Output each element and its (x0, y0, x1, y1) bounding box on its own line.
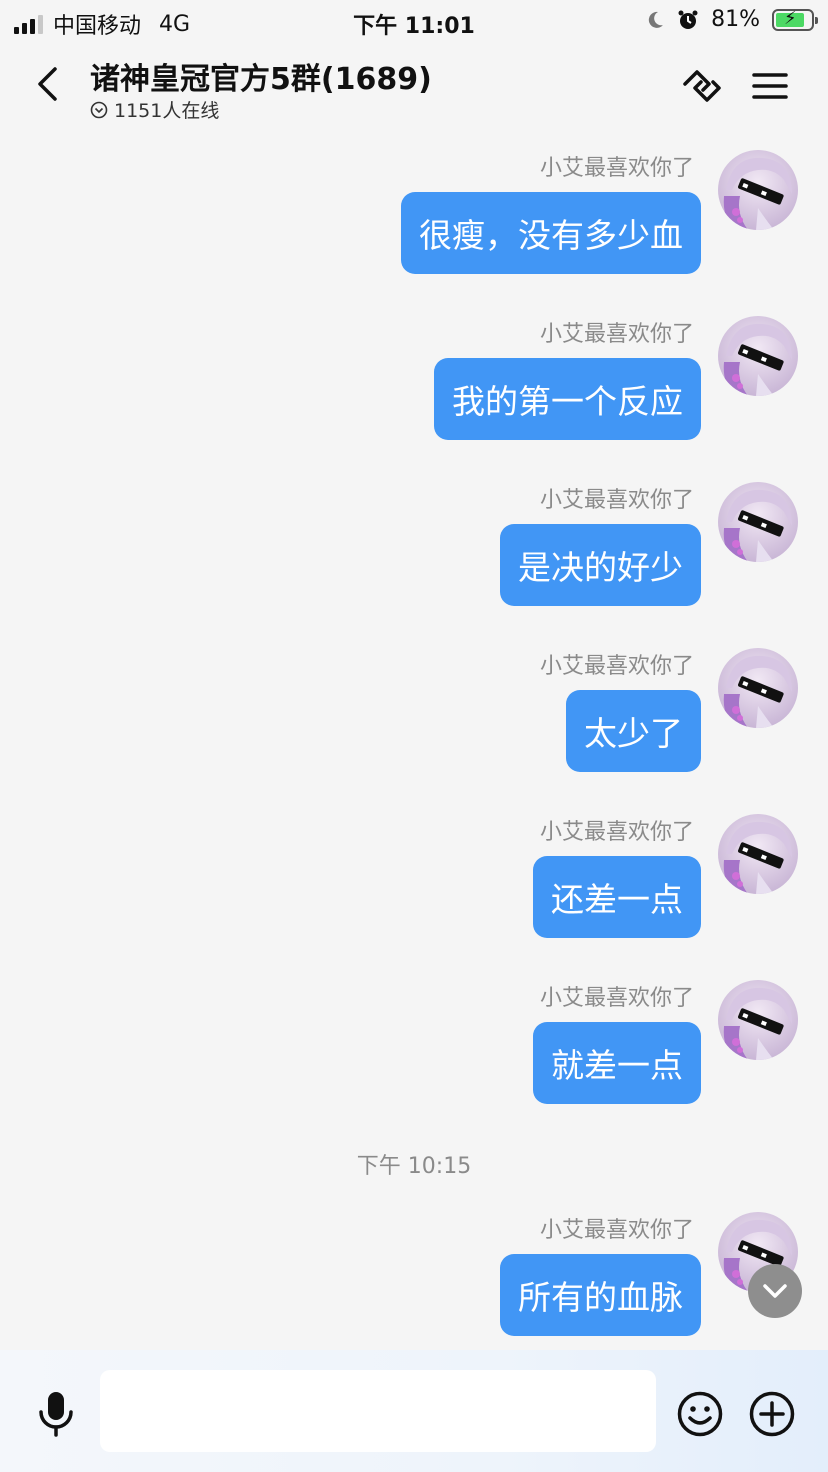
chevron-circle-icon (90, 101, 108, 118)
message-row: 小艾最喜欢你了 就差一点 (38, 980, 798, 1140)
link-icon (683, 70, 721, 102)
chevron-down-icon (763, 1284, 787, 1298)
voice-button[interactable] (30, 1388, 82, 1440)
message-row: 小艾最喜欢你了 很瘦，没有多少血 (38, 150, 798, 310)
online-count: 1151人在线 (90, 96, 219, 123)
message-bubble[interactable]: 是决的好少 (500, 524, 701, 606)
status-bar: 中国移动 4G 下午 11:01 81% ⚡ (0, 0, 828, 44)
message-bubble[interactable]: 就差一点 (533, 1022, 701, 1104)
online-count-label: 1151人在线 (114, 100, 220, 122)
message-bubble[interactable]: 所有的血脉 (500, 1254, 701, 1336)
chevron-left-icon (38, 67, 57, 101)
scroll-to-bottom-button[interactable] (748, 1264, 802, 1318)
avatar[interactable] (718, 648, 798, 728)
message-row: 小艾最喜欢你了 所有的血脉 (38, 1212, 798, 1372)
sender-name: 小艾最喜欢你了 (539, 820, 694, 845)
message-row: 小艾最喜欢你了 我的第一个反应 (38, 316, 798, 476)
moon-icon (648, 11, 664, 28)
charging-bolt-icon: ⚡ (784, 7, 797, 29)
message-bubble[interactable]: 太少了 (566, 690, 701, 772)
avatar[interactable] (718, 482, 798, 562)
avatar[interactable] (718, 814, 798, 894)
status-right: 81% ⚡ (645, 7, 818, 32)
input-bar (0, 1350, 828, 1472)
message-row: 小艾最喜欢你了 太少了 (38, 648, 798, 808)
link-button[interactable] (678, 64, 726, 108)
alarm-icon (678, 10, 698, 29)
message-bubble[interactable]: 我的第一个反应 (434, 358, 701, 440)
avatar[interactable] (718, 150, 798, 230)
chat-screen: 中国移动 4G 下午 11:01 81% ⚡ 诸神皇冠官方5群(1689) 11… (0, 0, 828, 1472)
signal-icon (14, 14, 43, 34)
sender-name: 小艾最喜欢你了 (539, 322, 694, 347)
group-title[interactable]: 诸神皇冠官方5群(1689) (90, 54, 432, 98)
menu-button[interactable] (746, 64, 794, 108)
mic-icon (39, 1392, 73, 1437)
battery-icon: ⚡ (772, 7, 818, 31)
sender-name: 小艾最喜欢你了 (539, 986, 694, 1011)
sender-name: 小艾最喜欢你了 (539, 654, 694, 679)
avatar[interactable] (718, 316, 798, 396)
status-left: 中国移动 4G (14, 8, 190, 40)
smiley-icon (677, 1391, 723, 1437)
battery-percent: 81% (711, 7, 760, 32)
message-bubble[interactable]: 很瘦，没有多少血 (401, 192, 701, 274)
back-button[interactable] (26, 62, 70, 106)
time-separator: 下午 10:15 (356, 1154, 472, 1179)
network-label: 4G (159, 11, 191, 37)
sender-name: 小艾最喜欢你了 (539, 156, 694, 181)
message-bubble[interactable]: 还差一点 (533, 856, 701, 938)
sender-name: 小艾最喜欢你了 (539, 1218, 694, 1243)
add-button[interactable] (746, 1388, 798, 1440)
chat-header: 诸神皇冠官方5群(1689) 1151人在线 (0, 44, 828, 128)
plus-circle-icon (749, 1391, 795, 1437)
menu-icon (752, 73, 788, 99)
avatar[interactable] (718, 980, 798, 1060)
sender-name: 小艾最喜欢你了 (539, 488, 694, 513)
message-row: 小艾最喜欢你了 是决的好少 (38, 482, 798, 642)
emoji-button[interactable] (674, 1388, 726, 1440)
message-input[interactable] (100, 1370, 656, 1452)
carrier-label: 中国移动 (53, 14, 142, 39)
message-row: 小艾最喜欢你了 还差一点 (38, 814, 798, 974)
